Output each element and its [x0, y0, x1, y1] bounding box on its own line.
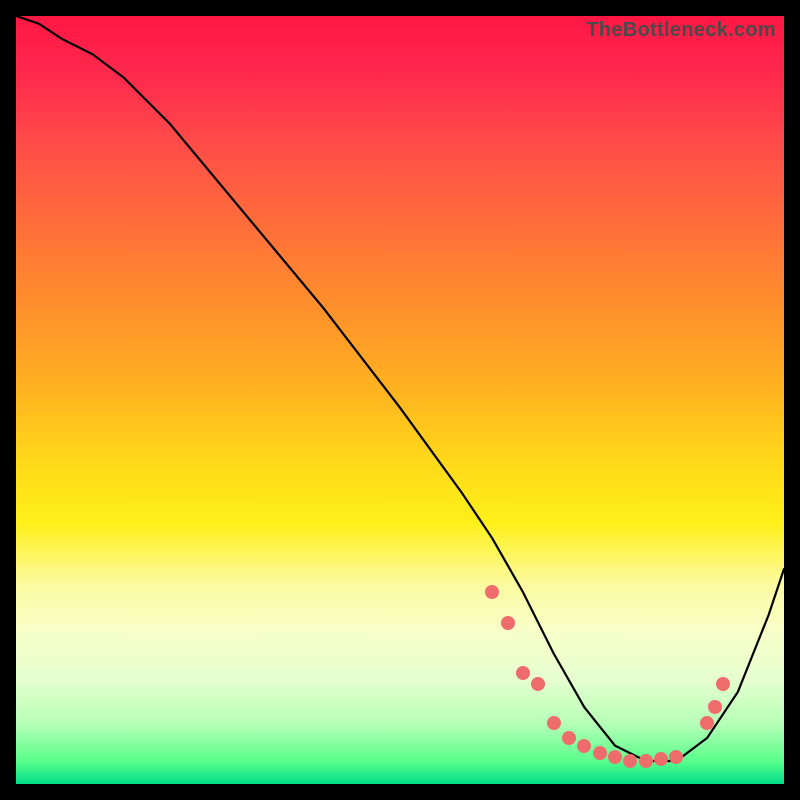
marker-dot: [669, 750, 683, 764]
marker-dot: [708, 700, 722, 714]
marker-dot: [577, 739, 591, 753]
marker-dot: [485, 585, 499, 599]
marker-dot: [547, 716, 561, 730]
watermark-text: TheBottleneck.com: [586, 19, 776, 42]
marker-dot: [639, 754, 653, 768]
chart-frame: TheBottleneck.com: [0, 0, 800, 800]
marker-dot: [623, 754, 637, 768]
marker-dot: [562, 731, 576, 745]
marker-dot: [516, 666, 530, 680]
marker-dot: [593, 746, 607, 760]
marker-dot: [716, 677, 730, 691]
marker-dot: [531, 677, 545, 691]
bottleneck-curve: [16, 16, 784, 784]
marker-dot: [700, 716, 714, 730]
marker-dot: [608, 750, 622, 764]
marker-dot: [654, 752, 668, 766]
plot-area: TheBottleneck.com: [16, 16, 784, 784]
marker-dot: [501, 616, 515, 630]
